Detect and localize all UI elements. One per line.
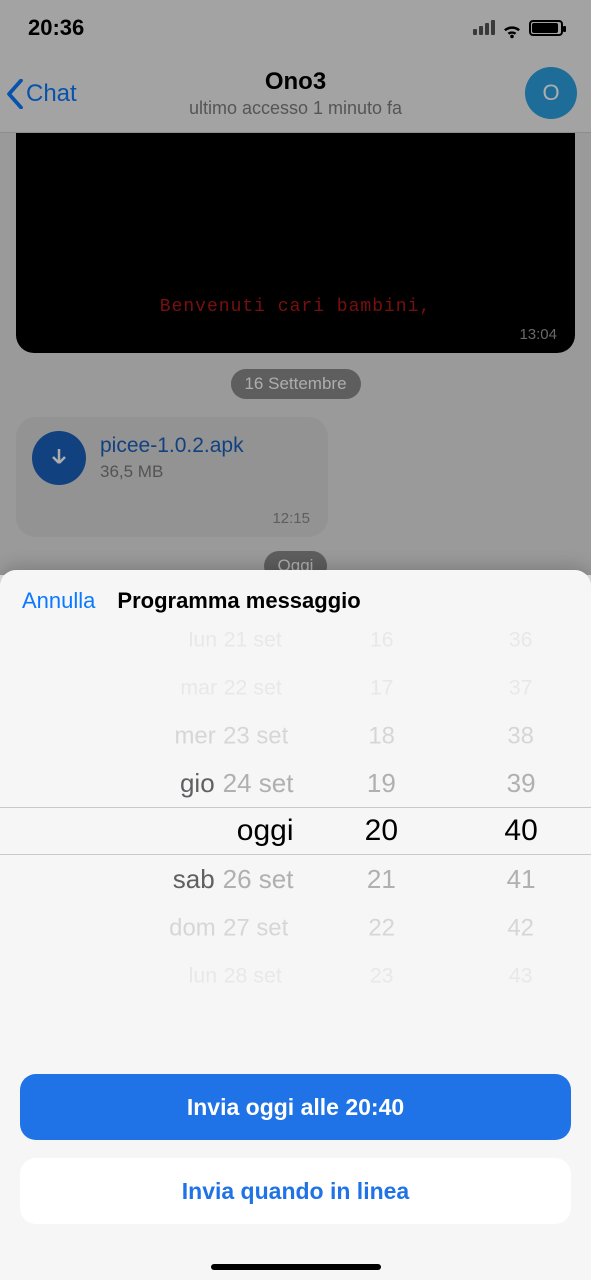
picker-number-option[interactable]: 17 [368,667,395,706]
picker-number-option[interactable]: 18 [366,713,397,757]
picker-date-option[interactable]: oggi [164,807,293,855]
picker-number-option[interactable]: 21 [365,855,398,903]
picker-number-option[interactable]: 42 [506,905,537,949]
picker-number-option[interactable]: 20 [365,807,398,855]
picker-date-option[interactable]: gio24 set [164,759,293,807]
date-separator: 16 Settembre [230,369,360,399]
file-size: 36,5 MB [100,462,244,482]
datetime-picker[interactable]: lun21 set mar22 set mer23 setgio24 setoggi… [0,632,591,1002]
back-label: Chat [26,80,77,108]
picker-number-option[interactable]: 16 [368,632,395,659]
nav-bar: Chat Ono3 ultimo accesso 1 minuto fa O [0,55,591,133]
message-file[interactable]: picee-1.0.2.apk 36,5 MB 12:15 [16,417,328,537]
picker-number-option[interactable]: 39 [504,759,537,807]
file-name: picee-1.0.2.apk [100,434,244,458]
picker-number-option[interactable]: 22 [366,905,397,949]
send-when-online-button[interactable]: Invia quando in linea [20,1158,571,1224]
chat-area[interactable]: Benvenuti cari bambini, 13:04 16 Settemb… [0,133,591,575]
picker-number-option[interactable]: 43 [507,955,534,994]
picker-number-option[interactable]: 19 [365,759,398,807]
message-media[interactable]: Benvenuti cari bambini, 13:04 [16,133,575,353]
picker-number-option[interactable]: 37 [507,667,534,706]
status-bar: 20:36 [0,0,591,55]
chat-title: Ono3 [0,68,591,96]
picker-number-option[interactable]: 36 [507,632,534,659]
chat-subtitle: ultimo accesso 1 minuto fa [0,98,591,119]
picker-number-option[interactable]: 40 [504,807,537,855]
avatar[interactable]: O [525,67,577,119]
picker-number-option[interactable]: 23 [368,955,395,994]
cellular-icon [473,20,495,35]
picker-column-minute[interactable]: 36 37 3839404142 43 [451,632,591,1002]
picker-number-option[interactable]: 41 [504,855,537,903]
picker-date-option[interactable]: mar22 set [176,667,282,706]
file-time: 12:15 [272,510,310,527]
picker-date-option[interactable]: sab26 set [164,855,293,903]
status-time: 20:36 [28,15,84,41]
picker-column-hour[interactable]: 16 17 1819202122 23 [311,632,451,1002]
download-icon [47,446,71,470]
back-button[interactable]: Chat [0,79,77,109]
send-scheduled-button[interactable]: Invia oggi alle 20:40 [20,1074,571,1140]
sheet-title: Programma messaggio [117,588,360,614]
schedule-sheet: Annulla Programma messaggio lun21 set mar… [0,570,591,1280]
picker-date-option[interactable]: lun21 set [176,632,282,659]
message-caption: Benvenuti cari bambini, [16,297,575,317]
home-indicator[interactable] [211,1264,381,1270]
picker-date-option[interactable]: dom27 set [169,905,288,949]
chevron-left-icon [6,79,24,109]
picker-number-option[interactable]: 38 [506,713,537,757]
cancel-button[interactable]: Annulla [22,588,95,614]
message-time: 13:04 [519,326,557,343]
picker-date-option[interactable]: lun28 set [176,955,282,994]
picker-column-date[interactable]: lun21 set mar22 set mer23 setgio24 setoggi… [0,632,311,1002]
wifi-icon [501,20,523,36]
download-button[interactable] [32,431,86,485]
battery-icon [529,20,563,36]
picker-date-option[interactable]: mer23 set [169,713,288,757]
status-icons [473,20,563,36]
